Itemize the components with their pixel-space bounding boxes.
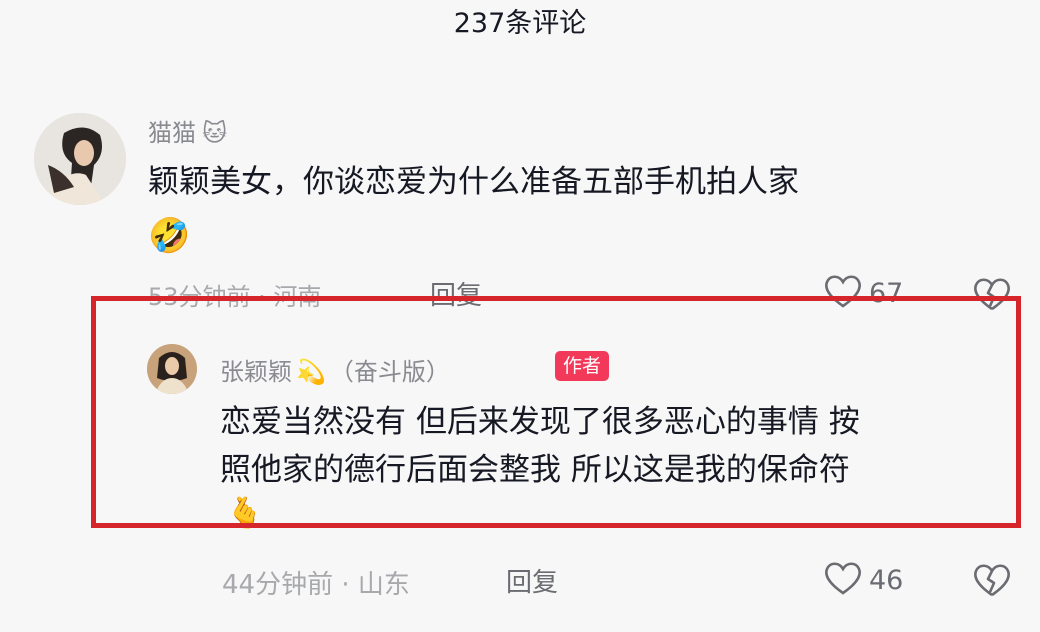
like-count: 46 — [869, 564, 904, 596]
reply-button[interactable]: 回复 — [506, 562, 558, 599]
reply-button[interactable]: 回复 — [430, 275, 482, 312]
broken-heart-icon — [972, 564, 1012, 602]
finger-heart-emoji-icon: 🫰 — [226, 496, 264, 531]
heart-icon — [823, 273, 863, 313]
like-button[interactable]: 46 — [823, 560, 903, 600]
comment-meta: 53分钟前 · 河南 — [148, 283, 322, 311]
comment-text-line: 恋爱当然没有 但后来发现了很多恶心的事情 按 — [220, 404, 860, 440]
broken-heart-icon — [972, 278, 1012, 316]
like-count: 67 — [869, 277, 904, 309]
avatar[interactable] — [34, 113, 126, 205]
username[interactable]: 猫猫 🐱 — [148, 113, 227, 148]
sparkle-emoji-icon: 💫 — [296, 358, 326, 386]
username[interactable]: 张颖颖 💫 （奋斗版） — [220, 352, 450, 387]
avatar[interactable] — [147, 344, 197, 394]
cat-emoji-icon: 🐱 — [202, 119, 228, 147]
comment-meta: 44分钟前 · 山东 — [222, 570, 410, 600]
like-button[interactable]: 67 — [823, 273, 903, 313]
comment-text: 颖颖美女，你谈恋爱为什么准备五部手机拍人家 — [148, 164, 799, 200]
laughing-emoji-icon: 🤣 — [148, 216, 191, 256]
comments-count-title: 237条评论 — [453, 8, 587, 39]
author-badge: 作者 — [555, 351, 610, 381]
dislike-button[interactable] — [972, 276, 1012, 316]
heart-icon — [823, 560, 863, 600]
comment-text-line: 照他家的德行后面会整我 所以这是我的保命符 — [220, 452, 850, 488]
username-suffix: （奋斗版） — [329, 358, 450, 386]
dislike-button[interactable] — [972, 562, 1012, 602]
